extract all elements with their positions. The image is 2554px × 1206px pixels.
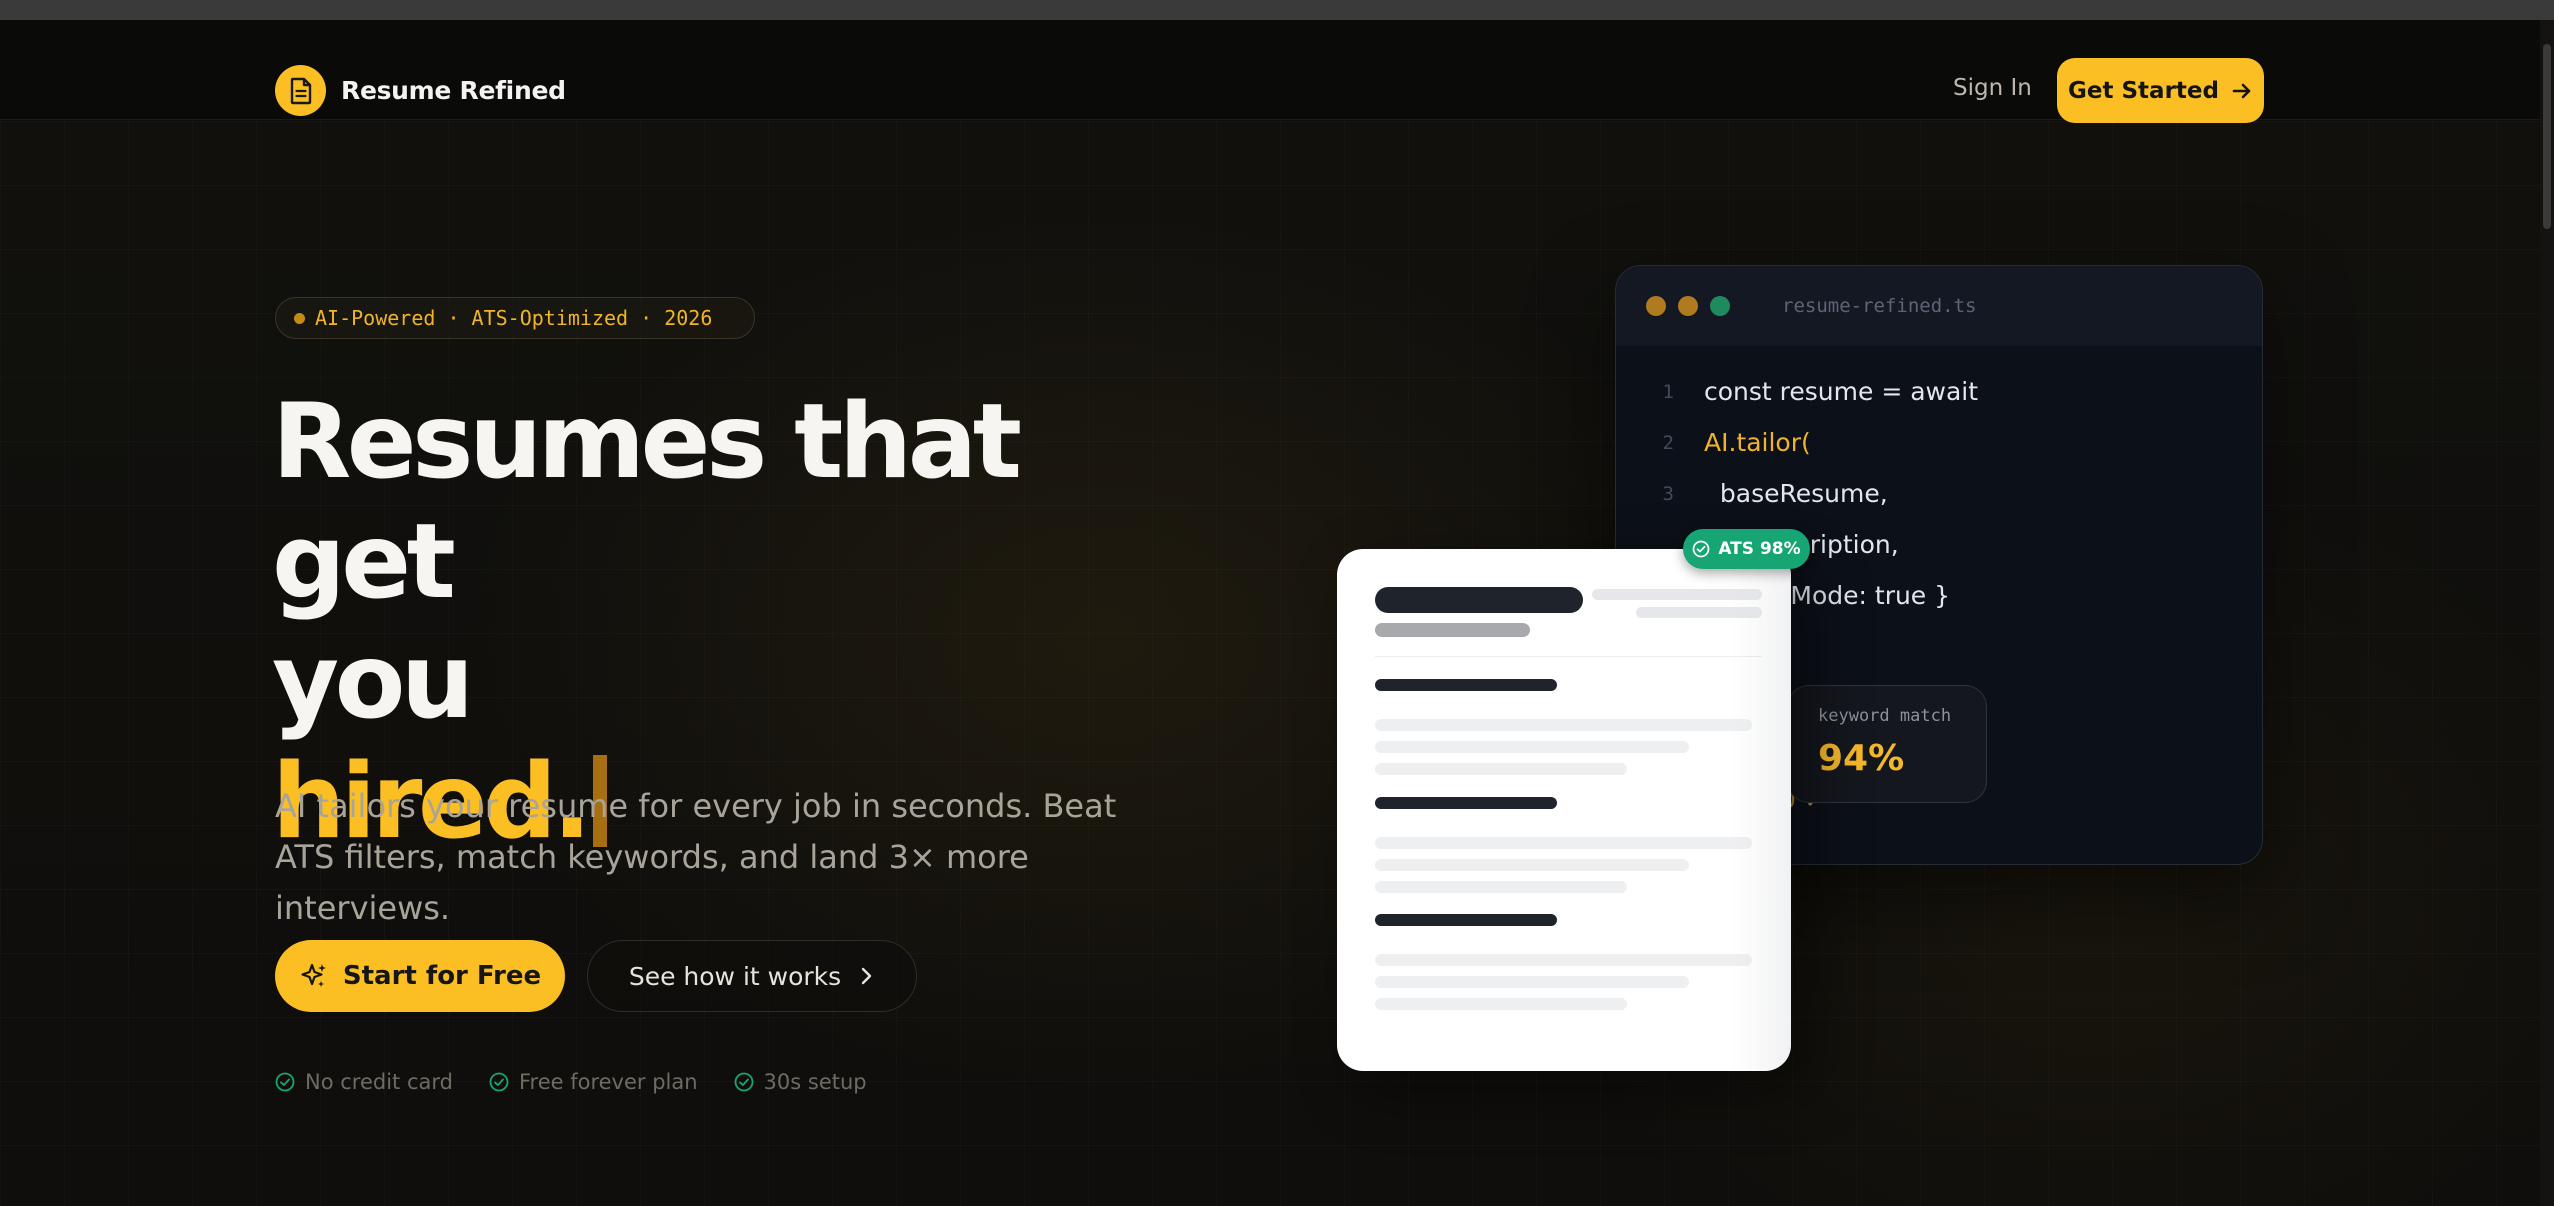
perk-label: No credit card	[305, 1070, 453, 1094]
see-how-button[interactable]: See how it works	[587, 940, 917, 1012]
see-how-label: See how it works	[628, 961, 842, 991]
code-line: 3 baseResume,	[1616, 468, 2262, 519]
hero-badge: AI-Powered · ATS-Optimized · 2026	[275, 297, 755, 339]
window-close-dot-icon	[1646, 296, 1666, 316]
line-number: 1	[1662, 380, 1674, 403]
document-icon	[275, 65, 326, 116]
perk-item: No credit card	[275, 1070, 453, 1094]
resume-edge-shade	[1731, 549, 1791, 1071]
perk-item: Free forever plan	[489, 1070, 698, 1094]
start-free-button[interactable]: Start for Free	[275, 940, 565, 1012]
resume-heading-bar	[1375, 797, 1557, 809]
signin-link[interactable]: Sign In	[1953, 75, 2032, 101]
resume-text-bar	[1375, 719, 1752, 731]
check-circle-icon	[275, 1072, 295, 1092]
ats-score-text: ATS 98%	[1718, 539, 1801, 559]
get-started-label: Get Started	[2068, 77, 2219, 104]
resume-text-bar	[1375, 954, 1752, 966]
resume-text-bar	[1375, 998, 1627, 1010]
keyword-match-label: keyword match	[1818, 706, 1952, 726]
check-circle-icon	[734, 1072, 753, 1092]
resume-text-bar	[1375, 881, 1627, 893]
resume-heading-bar	[1375, 679, 1557, 691]
arrow-right-icon	[2232, 83, 2251, 98]
code-text: const resume = await	[1704, 377, 1979, 406]
line-number: 2	[1662, 431, 1674, 454]
keyword-match-value: 94%	[1818, 738, 1905, 779]
sparkles-icon	[301, 963, 326, 987]
window-minimize-dot-icon	[1678, 296, 1698, 316]
window-maximize-dot-icon	[1710, 296, 1730, 316]
page-scrollbar[interactable]	[2540, 20, 2554, 1206]
resume-text-bar	[1375, 859, 1689, 871]
badge-dot-icon	[294, 312, 305, 324]
perk-label: 30s setup	[763, 1070, 867, 1094]
code-line: 1 const resume = await	[1616, 366, 2262, 417]
hero-badge-text: AI-Powered · ATS-Optimized · 2026	[315, 306, 713, 330]
check-circle-icon	[1692, 540, 1710, 558]
code-text: baseResume,	[1704, 479, 1888, 508]
code-line: 2 AI.tailor(	[1616, 417, 2262, 468]
resume-title-bar	[1375, 623, 1530, 637]
brand[interactable]: Resume Refined	[275, 65, 566, 116]
navbar: Resume Refined Sign In Get Started	[0, 20, 2540, 123]
resume-name-bar	[1375, 587, 1583, 613]
get-started-button[interactable]: Get Started	[2057, 58, 2264, 123]
code-text: AI.tailor(	[1704, 428, 1811, 457]
browser-top-strip	[0, 0, 2554, 20]
resume-heading-bar	[1375, 914, 1557, 926]
headline-line-1: Resumes that get	[272, 382, 1022, 622]
perks-list: No credit card Free forever plan 30s set…	[275, 1070, 867, 1094]
check-circle-icon	[489, 1072, 509, 1092]
code-filename: resume-refined.ts	[1782, 295, 1977, 317]
chevron-right-icon	[861, 967, 872, 985]
perk-item: 30s setup	[734, 1070, 867, 1094]
headline-line-2: you	[272, 622, 474, 742]
start-free-label: Start for Free	[342, 961, 542, 991]
resume-text-bar	[1375, 763, 1627, 775]
code-titlebar: resume-refined.ts	[1616, 266, 2262, 346]
hero-subtext: AI tailors your resume for every job in …	[275, 787, 1117, 927]
ats-score-badge: ATS 98%	[1683, 529, 1810, 569]
resume-text-bar	[1375, 741, 1689, 753]
keyword-match-card: keyword match 94%	[1787, 685, 1987, 803]
line-number: 3	[1662, 482, 1674, 505]
perk-label: Free forever plan	[518, 1070, 698, 1094]
resume-divider	[1375, 656, 1762, 657]
scrollbar-thumb[interactable]	[2543, 44, 2551, 229]
brand-name: Resume Refined	[341, 76, 566, 105]
resume-preview-card	[1337, 549, 1791, 1071]
resume-text-bar	[1375, 837, 1752, 849]
resume-text-bar	[1375, 976, 1689, 988]
